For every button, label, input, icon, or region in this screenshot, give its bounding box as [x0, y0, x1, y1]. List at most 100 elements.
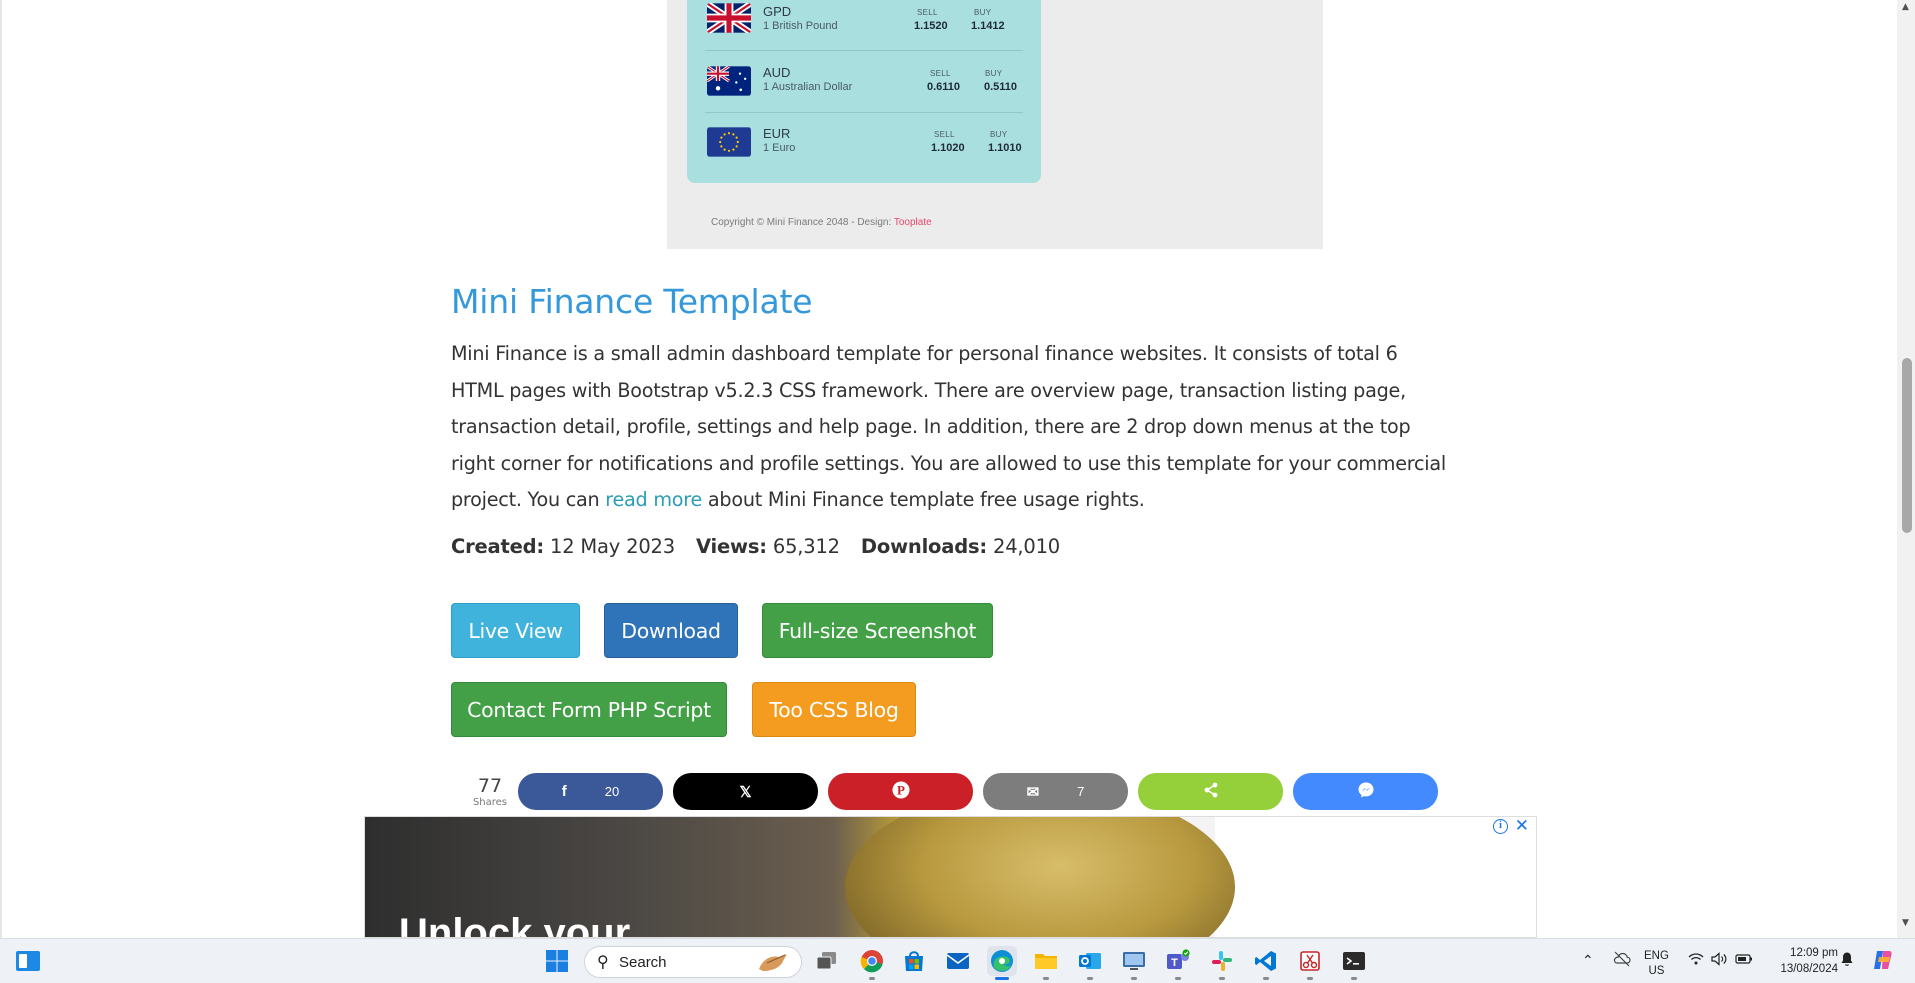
scroll-down-arrow-icon[interactable]: ▼: [1902, 918, 1909, 928]
clock-time: 12:09 pm: [1790, 947, 1838, 959]
outlook-icon[interactable]: [1075, 946, 1105, 980]
ad-image-figure: [845, 817, 1235, 937]
sell-value: 1.1020: [931, 142, 965, 154]
running-indicator: [1087, 977, 1093, 980]
contact-form-button[interactable]: Contact Form PHP Script: [451, 682, 727, 737]
live-view-button[interactable]: Live View: [451, 603, 580, 658]
css-blog-button[interactable]: Too CSS Blog: [752, 682, 916, 737]
buy-value: 1.1010: [988, 142, 1022, 154]
running-indicator: [1043, 977, 1049, 980]
ad-close-icon[interactable]: ✕: [1515, 817, 1529, 836]
facebook-share-button[interactable]: f 20: [518, 773, 663, 810]
microsoft-store-icon[interactable]: [899, 946, 929, 976]
search-icon: ⚲: [597, 952, 609, 971]
chrome-icon[interactable]: [857, 946, 887, 980]
svg-text:T: T: [1171, 957, 1178, 969]
sell-label: SELL: [934, 130, 955, 139]
download-button[interactable]: Download: [604, 603, 738, 658]
running-indicator: [1131, 977, 1137, 980]
buy-label: BUY: [985, 69, 1003, 78]
mail-icon[interactable]: [943, 946, 973, 976]
page-title[interactable]: Mini Finance Template: [451, 282, 813, 321]
pinterest-icon: P: [892, 781, 910, 802]
currency-code: AUD: [763, 65, 791, 80]
eu-flag-icon: [707, 127, 751, 157]
copyright-brand: Tooplate: [893, 217, 932, 228]
sell-value: 0.6110: [927, 81, 961, 93]
description-text: Mini Finance is a small admin dashboard …: [451, 342, 1446, 511]
divider: [705, 50, 1023, 51]
terminal-icon[interactable]: [1339, 946, 1369, 980]
windows-taskbar: ⚲ Search T ⌃ ENG US 12:09 pm 13/08/2024: [0, 938, 1915, 983]
sell-label: SELL: [917, 8, 938, 17]
notification-bell-icon[interactable]: [1840, 951, 1854, 970]
file-explorer-icon[interactable]: [1031, 946, 1061, 980]
running-indicator: [869, 977, 875, 980]
currency-name: 1 Australian Dollar: [763, 81, 853, 93]
views-value: 65,312: [772, 535, 840, 558]
edge-icon[interactable]: [987, 946, 1017, 980]
exchange-rates-card: GPD 1 British Pound SELL BUY 1.1520 1.14…: [687, 0, 1041, 183]
language-indicator[interactable]: ENG US: [1644, 949, 1669, 979]
widgets-icon[interactable]: [13, 946, 43, 976]
snipping-tool-icon[interactable]: [1295, 946, 1325, 980]
active-indicator: [995, 977, 1009, 980]
running-indicator: [1219, 977, 1225, 980]
messenger-share-button[interactable]: [1293, 773, 1438, 810]
facebook-share-count: 20: [604, 784, 620, 799]
running-indicator: [1175, 977, 1181, 980]
generic-share-button[interactable]: [1138, 773, 1283, 810]
email-share-count: 7: [1077, 784, 1085, 799]
running-indicator: [1351, 977, 1357, 980]
battery-icon[interactable]: [1735, 952, 1753, 969]
remote-desktop-icon[interactable]: [1119, 946, 1149, 980]
clock-date: 13/08/2024: [1780, 963, 1838, 975]
divider: [705, 112, 1023, 113]
chevron-up-icon[interactable]: ⌃: [1582, 952, 1594, 969]
buy-label: BUY: [974, 8, 992, 17]
downloads-label: Downloads:: [860, 535, 987, 558]
onedrive-offline-icon[interactable]: [1613, 951, 1631, 970]
currency-code: GPD: [763, 4, 792, 19]
buy-label: BUY: [990, 130, 1008, 139]
currency-name: 1 British Pound: [763, 20, 838, 32]
search-highlight-icon: [759, 954, 787, 971]
messenger-icon: [1357, 781, 1375, 802]
taskbar-search-box[interactable]: ⚲ Search: [584, 946, 802, 978]
slack-icon[interactable]: [1207, 946, 1237, 980]
wifi-icon[interactable]: [1688, 952, 1704, 969]
template-description: Mini Finance is a small admin dashboard …: [451, 336, 1451, 519]
advertisement-banner[interactable]: Unlock your i ✕: [364, 816, 1537, 938]
x-share-button[interactable]: 𝕏: [673, 773, 818, 810]
created-label: Created:: [451, 535, 545, 558]
copilot-icon[interactable]: [1871, 948, 1895, 975]
vertical-scrollbar[interactable]: ▲ ▼: [1897, 0, 1915, 938]
running-indicator: [1263, 977, 1269, 980]
volume-icon[interactable]: [1711, 952, 1729, 969]
vscode-icon[interactable]: [1251, 946, 1281, 980]
downloads-value: 24,010: [992, 535, 1061, 558]
windows-start-icon[interactable]: [542, 946, 572, 976]
currency-code: EUR: [763, 126, 791, 141]
taskbar-clock[interactable]: 12:09 pm 13/08/2024: [1766, 945, 1838, 977]
pinterest-share-button[interactable]: P: [828, 773, 973, 810]
buy-value: 0.5110: [984, 81, 1018, 93]
ad-headline: Unlock your: [399, 911, 631, 938]
read-more-link[interactable]: read more: [605, 488, 702, 511]
share-count: 77 Shares: [468, 776, 512, 810]
scrollbar-thumb[interactable]: [1902, 358, 1912, 533]
views-label: Views:: [695, 535, 767, 558]
teams-icon[interactable]: T: [1163, 946, 1193, 980]
email-share-button[interactable]: ✉ 7: [983, 773, 1128, 810]
created-value: 12 May 2023: [550, 535, 675, 558]
x-icon: 𝕏: [739, 783, 752, 801]
running-indicator: [1307, 977, 1313, 980]
task-view-icon[interactable]: [812, 946, 842, 976]
share-total: 77: [477, 775, 503, 797]
lang-line2: US: [1648, 965, 1665, 977]
scroll-up-arrow-icon[interactable]: ▲: [1902, 2, 1909, 12]
sell-label: SELL: [930, 69, 951, 78]
full-size-screenshot-button[interactable]: Full-size Screenshot: [762, 603, 993, 658]
sell-value: 1.1520: [914, 20, 948, 32]
ad-info-icon[interactable]: i: [1493, 819, 1508, 834]
